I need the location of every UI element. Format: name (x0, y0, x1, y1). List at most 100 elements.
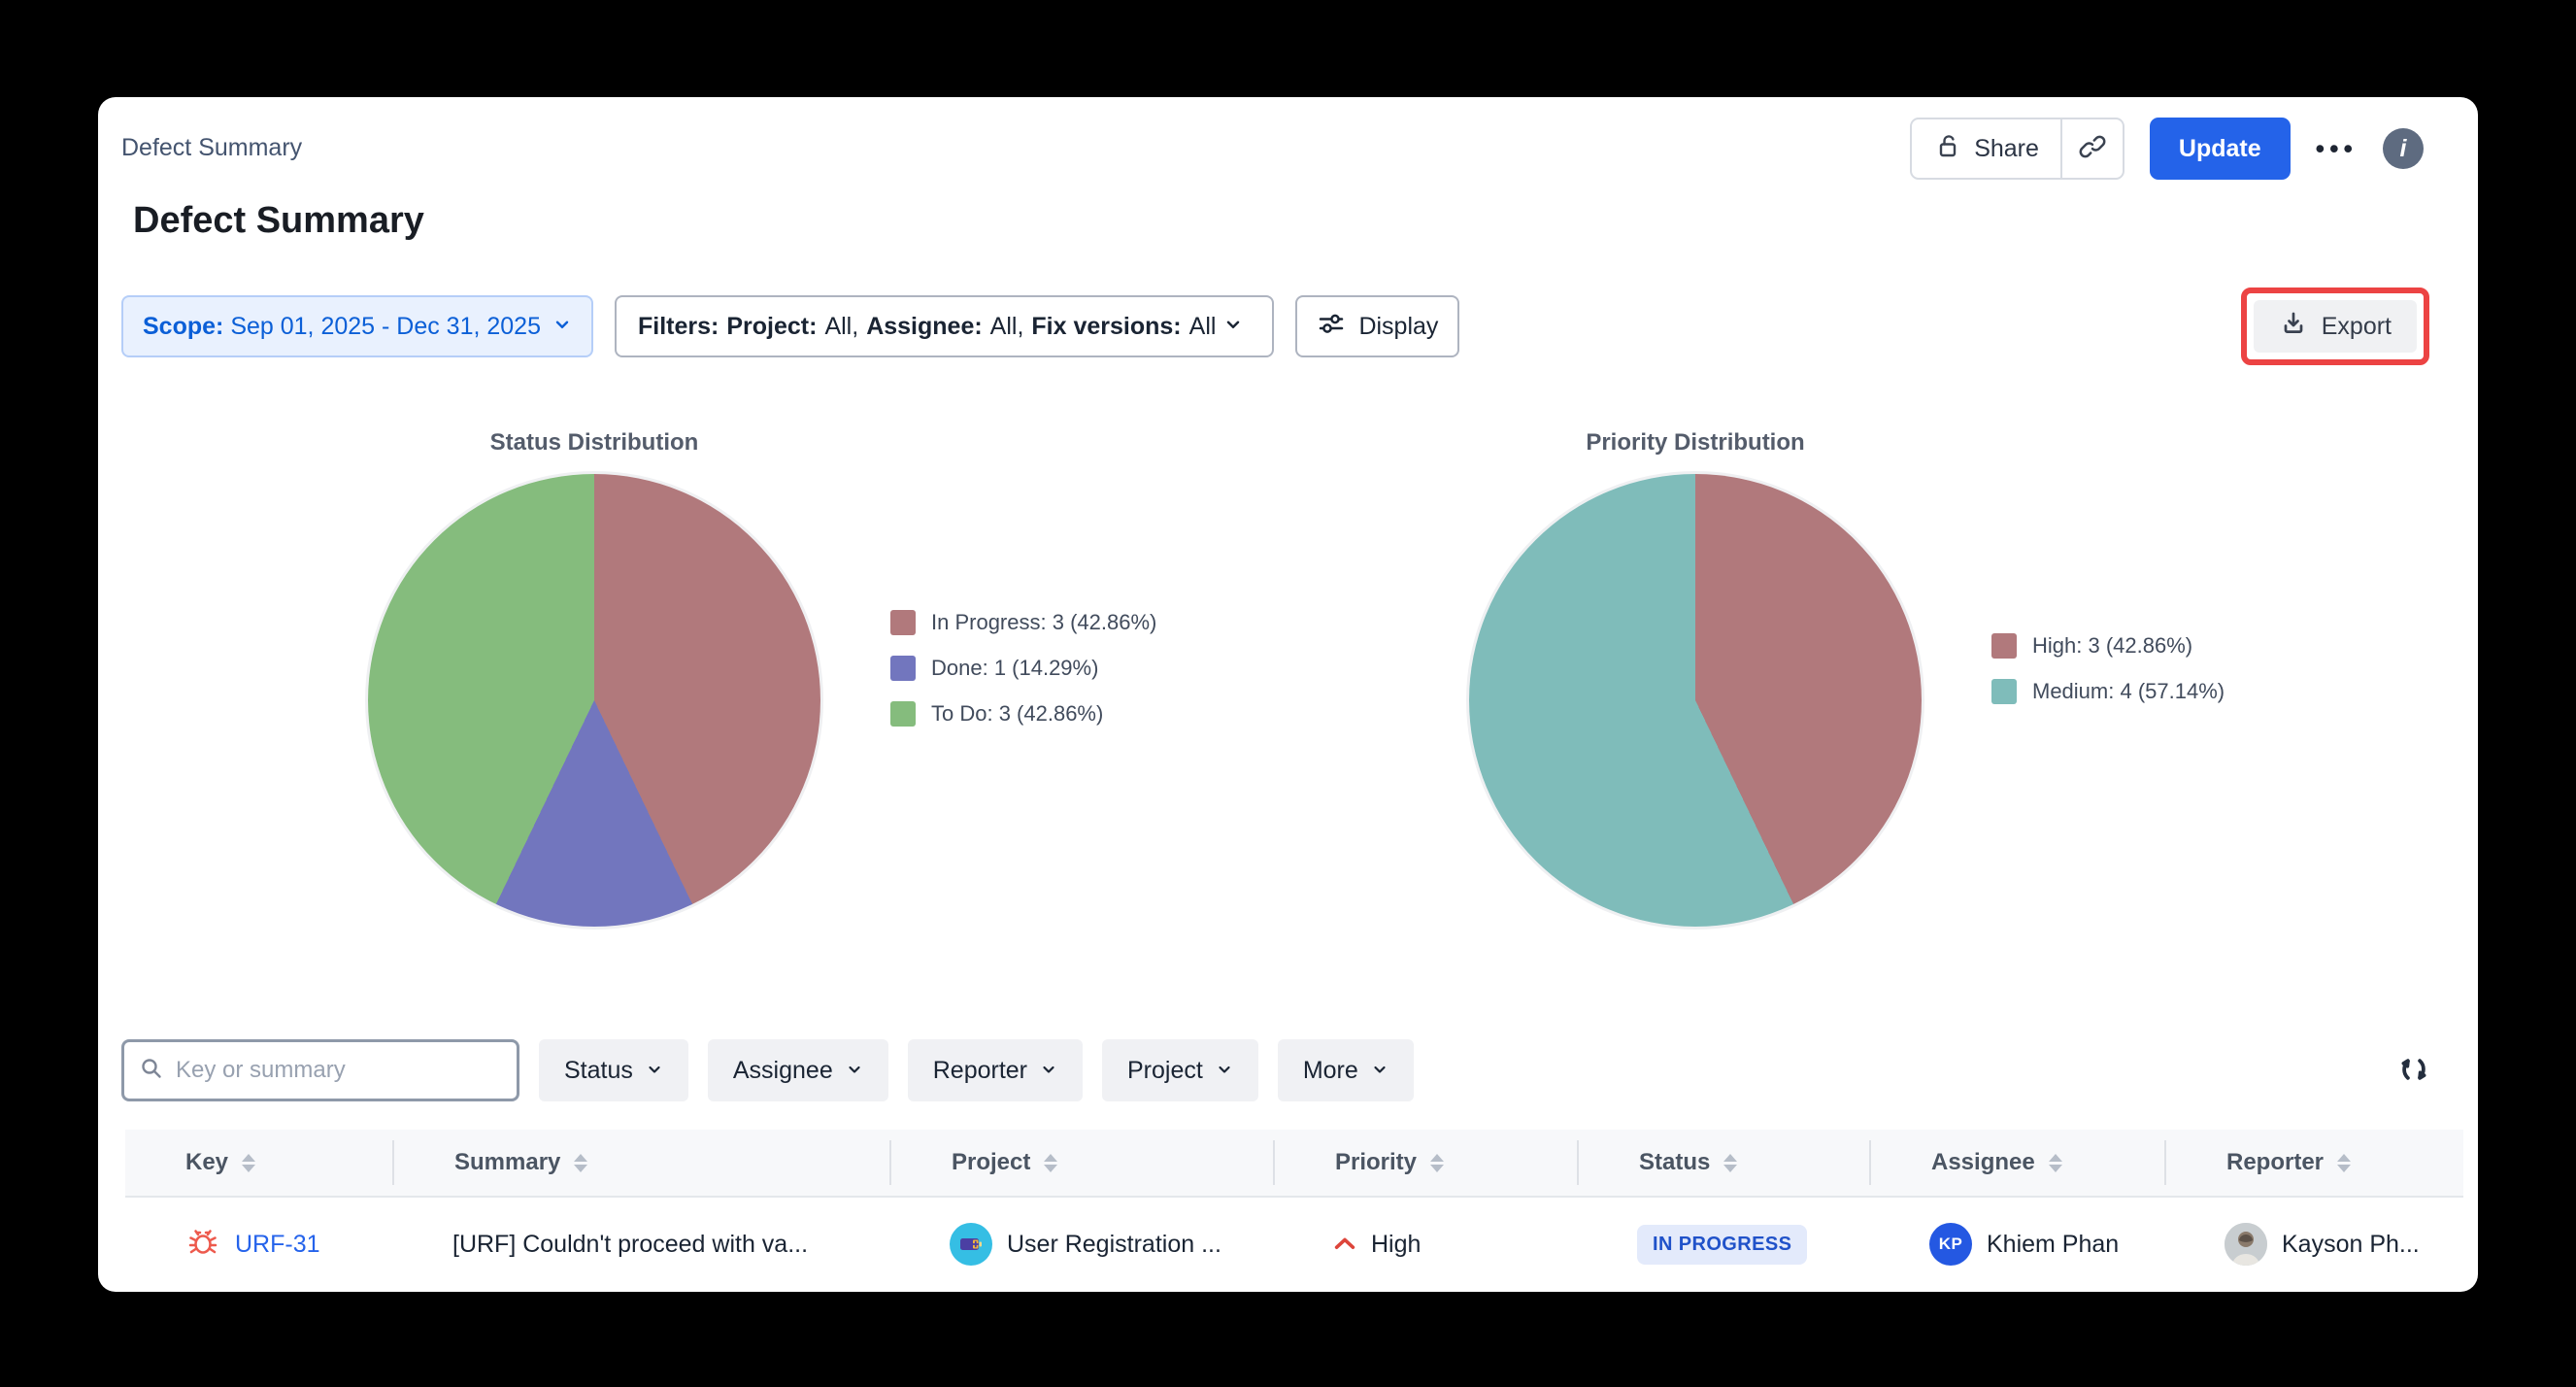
link-icon (2078, 132, 2107, 166)
display-button[interactable]: Display (1295, 295, 1459, 357)
more-filters-dropdown[interactable]: More (1278, 1039, 1414, 1101)
column-header-reporter[interactable]: Reporter (2164, 1140, 2463, 1185)
legend-swatch (890, 656, 916, 681)
assignee-avatar: KP (1929, 1223, 1972, 1266)
bug-icon (185, 1224, 220, 1266)
project-filter-label: Project (1127, 1057, 1203, 1085)
more-filters-label: More (1303, 1057, 1358, 1085)
reporter-filter-dropdown[interactable]: Reporter (908, 1039, 1083, 1101)
reporter-cell: Kayson Ph... (2164, 1223, 2463, 1266)
chevron-down-icon (1216, 1057, 1233, 1085)
table-row: URF-31 [URF] Couldn't proceed with va...… (125, 1198, 2463, 1291)
share-button-group: Share (1910, 118, 2124, 180)
display-button-label: Display (1358, 313, 1438, 341)
status-chart-legend: In Progress: 3 (42.86%) Done: 1 (14.29%)… (890, 610, 1156, 727)
page-title: Defect Summary (133, 200, 424, 242)
assignee-filter-label: Assignee (733, 1057, 833, 1085)
project-name[interactable]: User Registration ... (1007, 1231, 1221, 1259)
assignee-cell: KP Khiem Phan (1869, 1223, 2164, 1266)
column-header-label: Project (952, 1149, 1030, 1176)
legend-swatch (890, 610, 916, 635)
filters-dropdown[interactable]: Filters: Project: All, Assignee: All, Fi… (615, 295, 1274, 357)
chevron-down-icon (646, 1057, 663, 1085)
legend-item: In Progress: 3 (42.86%) (890, 610, 1156, 635)
update-button[interactable]: Update (2150, 118, 2291, 180)
sort-icon (242, 1154, 255, 1172)
sort-icon (574, 1154, 587, 1172)
issues-table: Key Summary Project Priority Status Assi… (125, 1130, 2463, 1292)
table-filter-row: Status Assignee Reporter Project More (121, 1039, 2433, 1101)
more-menu-button[interactable]: ••• (2316, 134, 2358, 164)
column-header-label: Summary (454, 1149, 560, 1176)
legend-swatch (890, 701, 916, 727)
scope-value: Sep 01, 2025 - Dec 31, 2025 (230, 313, 541, 340)
column-header-project[interactable]: Project (889, 1140, 1273, 1185)
priority-chart-legend: High: 3 (42.86%) Medium: 4 (57.14%) (1991, 633, 2225, 704)
column-header-key[interactable]: Key (125, 1140, 392, 1185)
search-icon (139, 1056, 164, 1086)
chevron-down-icon (552, 313, 572, 341)
filters-label: Filters: (638, 313, 719, 341)
column-header-assignee[interactable]: Assignee (1869, 1140, 2164, 1185)
summary-cell[interactable]: [URF] Couldn't proceed with va... (392, 1231, 889, 1259)
scope-label: Scope: (143, 313, 223, 340)
column-header-priority[interactable]: Priority (1273, 1140, 1577, 1185)
priority-chart-title: Priority Distribution (1469, 429, 1922, 457)
chevron-down-icon (1371, 1057, 1388, 1085)
column-header-summary[interactable]: Summary (392, 1140, 889, 1185)
legend-label: Done: 1 (14.29%) (931, 656, 1098, 681)
sliders-icon (1317, 309, 1346, 345)
legend-swatch (1991, 679, 2017, 704)
assignee-filter-dropdown[interactable]: Assignee (708, 1039, 888, 1101)
export-highlight-annotation: Export (2241, 288, 2429, 365)
controls-row: Scope: Sep 01, 2025 - Dec 31, 2025 Filte… (121, 291, 2429, 361)
info-icon[interactable]: i (2383, 128, 2424, 169)
filters-project-value: All, (824, 313, 858, 341)
legend-label: In Progress: 3 (42.86%) (931, 610, 1156, 635)
status-cell: IN PROGRESS (1577, 1225, 1869, 1265)
sort-icon (1044, 1154, 1057, 1172)
search-box (121, 1039, 519, 1101)
export-button-label: Export (2322, 313, 2392, 341)
priority-cell: High (1273, 1231, 1577, 1259)
search-input[interactable] (176, 1057, 502, 1084)
legend-label: To Do: 3 (42.86%) (931, 701, 1103, 727)
filters-assignee-value: All, (990, 313, 1024, 341)
legend-item: High: 3 (42.86%) (1991, 633, 2225, 659)
project-filter-dropdown[interactable]: Project (1102, 1039, 1258, 1101)
legend-item: Medium: 4 (57.14%) (1991, 679, 2225, 704)
refresh-icon (2394, 1050, 2433, 1092)
legend-label: High: 3 (42.86%) (2032, 633, 2192, 659)
column-header-label: Status (1639, 1149, 1710, 1176)
table-header-row: Key Summary Project Priority Status Assi… (125, 1130, 2463, 1198)
status-filter-dropdown[interactable]: Status (539, 1039, 688, 1101)
download-icon (2279, 309, 2308, 345)
filters-fixversions-value: All (1189, 313, 1217, 341)
legend-swatch (1991, 633, 2017, 659)
share-button[interactable]: Share (1912, 119, 2060, 178)
refresh-button[interactable] (2394, 1050, 2433, 1092)
status-pie-chart[interactable] (368, 474, 820, 927)
priority-label: High (1371, 1231, 1421, 1259)
status-chart-title: Status Distribution (368, 429, 820, 457)
key-cell: URF-31 (125, 1224, 392, 1266)
project-avatar (950, 1223, 992, 1266)
priority-pie-chart[interactable] (1469, 474, 1922, 927)
sort-icon (1723, 1154, 1737, 1172)
copy-link-button[interactable] (2062, 119, 2123, 178)
scope-dropdown[interactable]: Scope: Sep 01, 2025 - Dec 31, 2025 (121, 295, 593, 357)
column-header-status[interactable]: Status (1577, 1140, 1869, 1185)
sort-icon (2049, 1154, 2062, 1172)
reporter-filter-label: Reporter (933, 1057, 1027, 1085)
reporter-avatar (2225, 1223, 2267, 1266)
column-header-label: Reporter (2226, 1149, 2324, 1176)
legend-item: To Do: 3 (42.86%) (890, 701, 1156, 727)
priority-high-icon (1333, 1231, 1356, 1259)
breadcrumb: Defect Summary (121, 134, 302, 162)
project-cell: User Registration ... (889, 1223, 1273, 1266)
assignee-name: Khiem Phan (1987, 1231, 2119, 1259)
issue-key-link[interactable]: URF-31 (235, 1231, 320, 1259)
header-actions: Share Update ••• i (1910, 117, 2424, 181)
legend-item: Done: 1 (14.29%) (890, 656, 1156, 681)
export-button[interactable]: Export (2254, 300, 2417, 353)
